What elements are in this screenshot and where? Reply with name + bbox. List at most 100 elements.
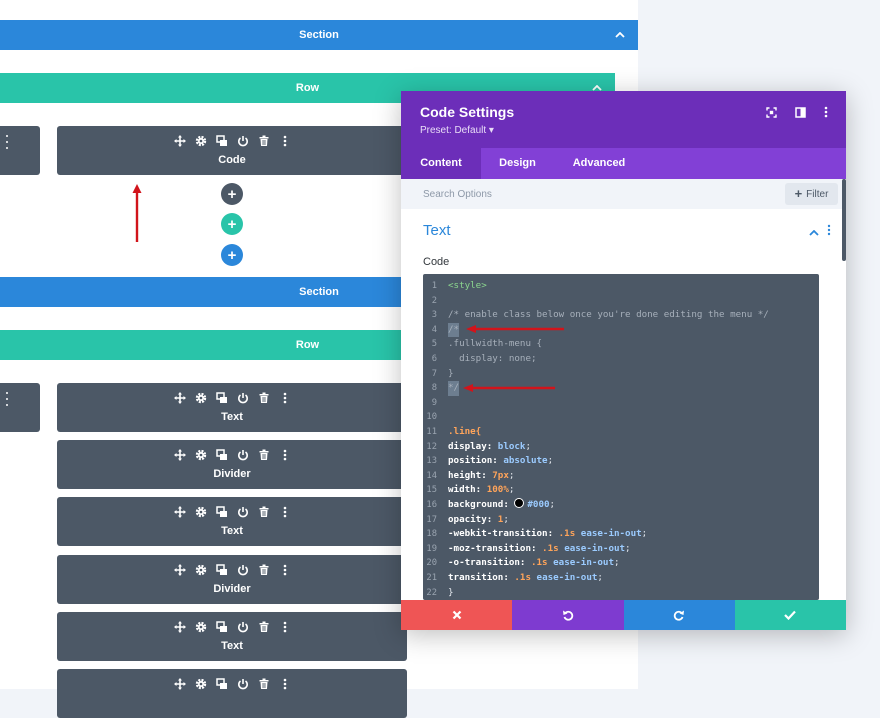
code-line: 17 opacity: 1; (423, 513, 819, 528)
more-options-icon[interactable] (278, 391, 291, 404)
code-text: background: #000; (448, 498, 556, 510)
code-line: 19 -moz-transition: .1s ease-in-out; (423, 542, 819, 557)
move-icon[interactable] (173, 620, 186, 633)
gear-icon[interactable] (194, 391, 207, 404)
gear-icon[interactable] (194, 448, 207, 461)
module-card[interactable]: Divider (57, 555, 407, 604)
move-icon[interactable] (173, 391, 186, 404)
chevron-up-icon[interactable] (612, 20, 628, 50)
gear-icon[interactable] (194, 134, 207, 147)
more-options-icon[interactable] (278, 505, 291, 518)
trash-icon[interactable] (257, 391, 270, 404)
add-module-button[interactable]: + (221, 183, 243, 205)
line-number: 19 (426, 543, 437, 554)
cancel-button[interactable] (401, 600, 513, 630)
line-number: 1 (431, 281, 437, 291)
more-options-icon[interactable] (4, 392, 10, 406)
code-line: 1 <style> (423, 279, 819, 294)
power-icon[interactable] (236, 620, 249, 633)
module-card[interactable]: Text (57, 383, 407, 432)
gear-icon[interactable] (194, 505, 207, 518)
code-line: 14 height: 7px; (423, 469, 819, 484)
preset-dropdown[interactable]: Preset: Default ▾ (420, 125, 494, 136)
code-editor[interactable]: 1 <style> 2 3 /* enable class below once you… (423, 274, 819, 600)
tab-content[interactable]: Content (401, 148, 481, 179)
split-view-icon[interactable] (793, 105, 807, 119)
expand-icon[interactable] (764, 105, 778, 119)
module-card[interactable]: Text (57, 497, 407, 546)
more-options-icon[interactable] (278, 677, 291, 690)
line-number: 12 (426, 441, 437, 452)
panel-footer (401, 600, 846, 630)
trash-icon[interactable] (257, 563, 270, 576)
module-card[interactable] (57, 669, 407, 718)
trash-icon[interactable] (257, 677, 270, 690)
more-options-icon[interactable] (4, 135, 10, 149)
module-stub[interactable] (0, 126, 40, 175)
gear-icon[interactable] (194, 620, 207, 633)
trash-icon[interactable] (257, 134, 270, 147)
code-text: transition: .1s ease-in-out; (448, 572, 603, 583)
move-icon[interactable] (173, 563, 186, 576)
power-icon[interactable] (236, 134, 249, 147)
more-options-icon[interactable] (819, 105, 833, 119)
code-text: */ (448, 381, 460, 396)
trash-icon[interactable] (257, 620, 270, 633)
duplicate-icon[interactable] (215, 505, 228, 518)
line-number: 11 (426, 427, 437, 437)
duplicate-icon[interactable] (215, 620, 228, 633)
power-icon[interactable] (236, 448, 249, 461)
more-options-icon[interactable] (827, 223, 831, 241)
module-code[interactable]: Code (57, 126, 407, 175)
move-icon[interactable] (173, 505, 186, 518)
code-text: -moz-transition: .1s ease-in-out; (448, 542, 631, 554)
module-card[interactable]: Text (57, 612, 407, 661)
move-icon[interactable] (173, 448, 186, 461)
undo-button[interactable] (512, 600, 624, 630)
filter-button[interactable]: + Filter (785, 183, 838, 205)
more-options-icon[interactable] (278, 563, 291, 576)
more-options-icon[interactable] (278, 620, 291, 633)
chevron-up-icon[interactable] (809, 223, 819, 241)
more-options-icon[interactable] (278, 448, 291, 461)
red-arrow-up (132, 184, 142, 242)
toggle-title[interactable]: Text (423, 222, 451, 239)
add-row-button[interactable]: + (221, 213, 243, 235)
gear-icon[interactable] (194, 563, 207, 576)
save-button[interactable] (734, 600, 846, 630)
duplicate-icon[interactable] (215, 391, 228, 404)
line-number: 18 (426, 529, 437, 540)
duplicate-icon[interactable] (215, 448, 228, 461)
module-stub[interactable] (0, 383, 40, 432)
search-input[interactable] (423, 179, 723, 209)
filter-label: Filter (806, 188, 829, 200)
power-icon[interactable] (236, 677, 249, 690)
module-card[interactable]: Divider (57, 440, 407, 489)
section-bar[interactable]: Section (0, 20, 638, 50)
tab-design[interactable]: Design (481, 148, 554, 179)
power-icon[interactable] (236, 563, 249, 576)
duplicate-icon[interactable] (215, 677, 228, 690)
trash-icon[interactable] (257, 505, 270, 518)
redo-button[interactable] (623, 600, 735, 630)
duplicate-icon[interactable] (215, 563, 228, 576)
more-options-icon[interactable] (278, 134, 291, 147)
power-icon[interactable] (236, 391, 249, 404)
module-label: Text (221, 411, 243, 423)
color-swatch[interactable] (514, 498, 525, 508)
module-toolbar (57, 134, 407, 148)
tab-advanced[interactable]: Advanced (554, 148, 644, 179)
trash-icon[interactable] (257, 448, 270, 461)
move-icon[interactable] (173, 677, 186, 690)
add-section-button[interactable]: + (221, 244, 243, 266)
move-icon[interactable] (173, 134, 186, 147)
code-text: -o-transition: .1s ease-in-out; (448, 557, 620, 569)
red-arrow-left (466, 325, 564, 333)
scrollbar[interactable] (842, 179, 846, 261)
power-icon[interactable] (236, 505, 249, 518)
plus-icon: + (794, 186, 803, 201)
duplicate-icon[interactable] (215, 134, 228, 147)
line-number: 7 (431, 368, 437, 379)
gear-icon[interactable] (194, 677, 207, 690)
panel-title: Code Settings (420, 104, 515, 120)
